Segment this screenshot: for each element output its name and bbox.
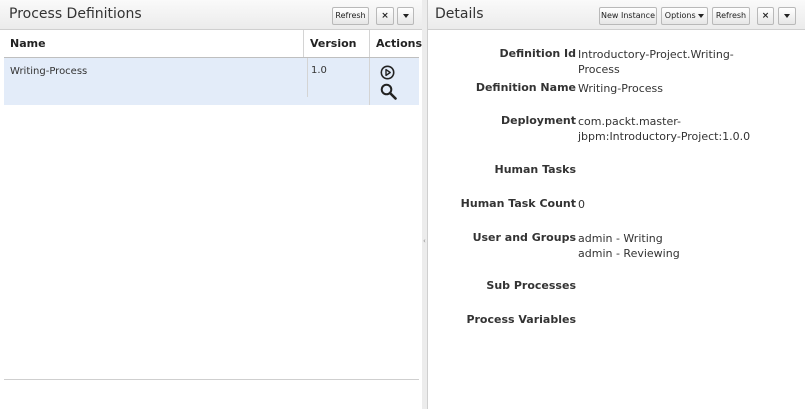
process-name-cell: Writing-Process	[10, 66, 88, 77]
chevron-down-icon	[698, 13, 705, 18]
detail-label: Process Variables	[466, 313, 576, 326]
details-titlebar: Details New Instance Options Refresh ×	[428, 0, 805, 30]
detail-value: admin - Writing	[578, 232, 663, 245]
process-definitions-panel: Process Definitions Refresh × Name Versi…	[0, 0, 423, 409]
detail-label: Deployment	[501, 114, 576, 127]
search-icon[interactable]	[380, 83, 397, 104]
details-panel: Details New Instance Options Refresh × D…	[427, 0, 805, 409]
process-version-cell: 1.0	[307, 58, 373, 97]
detail-value: com.packt.master-jbpm:Introductory-Proje…	[578, 115, 751, 143]
table-footer-divider	[4, 379, 419, 380]
table-row[interactable]: Writing-Process 1.0	[4, 58, 419, 105]
detail-value: 0	[578, 198, 585, 211]
detail-label: Definition Id	[499, 47, 576, 60]
chevron-down-icon	[402, 13, 409, 18]
column-header-name[interactable]: Name	[4, 30, 303, 57]
new-instance-button[interactable]: New Instance	[599, 7, 657, 25]
detail-label: User and Groups	[472, 231, 576, 244]
process-definitions-titlebar: Process Definitions Refresh ×	[0, 0, 422, 30]
detail-label: Sub Processes	[486, 279, 576, 292]
panel-title: Details	[435, 6, 484, 22]
detail-label: Human Task Count	[460, 197, 576, 210]
panel-menu-button[interactable]	[397, 7, 414, 25]
actions-cell	[369, 58, 419, 105]
detail-label: Human Tasks	[494, 163, 576, 176]
close-icon[interactable]: ×	[376, 7, 394, 25]
panel-menu-button[interactable]	[778, 7, 796, 25]
column-header-actions[interactable]: Actions	[369, 30, 422, 57]
detail-label: Definition Name	[475, 81, 576, 94]
detail-value: Writing-Process	[578, 82, 663, 95]
close-icon[interactable]: ×	[757, 7, 774, 25]
options-label: Options	[664, 11, 696, 20]
detail-value: Introductory-Project.Writing-Process	[578, 48, 734, 76]
detail-value: admin - Reviewing	[578, 247, 680, 260]
table-header: Name Version Actions	[4, 30, 422, 58]
options-button[interactable]: Options	[661, 7, 708, 25]
panel-title: Process Definitions	[9, 6, 142, 22]
start-process-icon[interactable]	[380, 65, 395, 84]
splitter-grip-icon: ‹	[423, 237, 426, 245]
refresh-button[interactable]: Refresh	[712, 7, 750, 25]
column-header-version[interactable]: Version	[303, 30, 369, 57]
refresh-button[interactable]: Refresh	[332, 7, 369, 25]
chevron-down-icon	[784, 13, 790, 18]
